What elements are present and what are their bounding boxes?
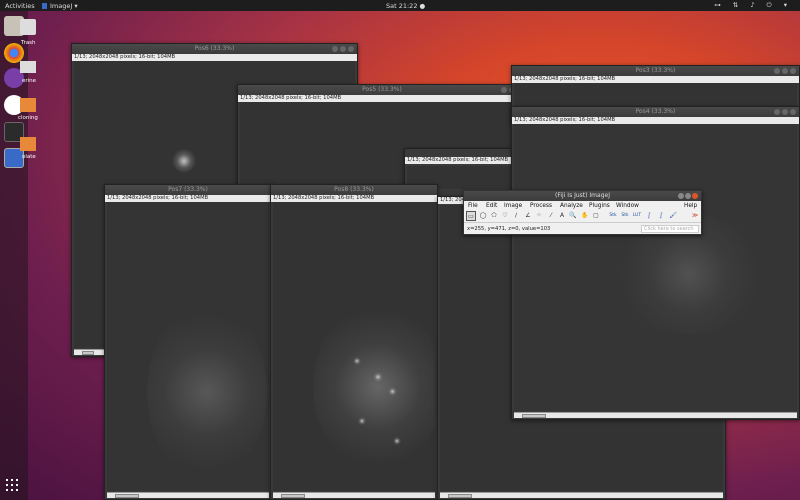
window-title: Pos3 (33.3%) xyxy=(635,67,676,74)
menu-file[interactable]: File xyxy=(468,203,478,209)
window-controls[interactable] xyxy=(330,46,354,56)
rectangle-tool-icon[interactable]: ▭ xyxy=(466,211,476,221)
freehand-tool-icon[interactable]: ♡ xyxy=(500,211,510,221)
image-info: 1/13; 2048x2048 pixels; 16-bit; 104MB xyxy=(512,76,799,83)
window-title: Pos4 (33.3%) xyxy=(635,108,676,115)
image-window-pos7[interactable]: Pos7 (33.3%) 1/13; 2048x2048 pixels; 16-… xyxy=(104,184,272,500)
cell-region xyxy=(313,302,435,472)
horizontal-scrollbar[interactable] xyxy=(514,412,797,418)
oval-tool-icon[interactable]: ◯ xyxy=(478,211,488,221)
menu-bar: File Edit Image Process Analyze Plugins … xyxy=(464,201,701,210)
stack-tool-icon[interactable]: Stk xyxy=(608,211,618,221)
clock[interactable]: Sat 21:22 ● xyxy=(386,2,425,10)
app-menu-caret-icon: ▾ xyxy=(74,2,78,10)
close-icon[interactable] xyxy=(692,193,698,199)
cloning-label: cloning xyxy=(18,115,38,121)
horizontal-scrollbar[interactable] xyxy=(440,492,723,498)
window-title: Pos8 (33.3%) xyxy=(334,186,374,193)
menu-window[interactable]: Window xyxy=(616,203,639,209)
bright-spot xyxy=(373,372,383,382)
status-bar: x=255, y=471, z=0, value=103 xyxy=(467,226,551,232)
trash-label: Trash xyxy=(21,40,36,46)
trash-icon[interactable] xyxy=(20,19,36,35)
image-canvas[interactable] xyxy=(514,124,797,411)
magnifier-tool-icon[interactable]: 🔍 xyxy=(568,211,578,221)
image-canvas[interactable] xyxy=(107,202,269,491)
menu-edit[interactable]: Edit xyxy=(486,203,497,209)
search-input[interactable]: Click here to search xyxy=(641,225,699,233)
app-menu[interactable]: ImageJ ▾ xyxy=(42,2,78,10)
show-applications-icon[interactable] xyxy=(6,479,20,493)
imagej-title: (Fiji Is Just) ImageJ xyxy=(555,192,610,199)
dock xyxy=(0,11,28,500)
window-title: Pos5 (33.3%) xyxy=(362,86,402,93)
image-canvas[interactable] xyxy=(273,202,435,491)
chrome-icon[interactable] xyxy=(4,43,24,63)
polygon-tool-icon[interactable]: ⬠ xyxy=(489,211,499,221)
macro-tool-2-icon[interactable]: ∫ xyxy=(656,211,666,221)
image-info: 1/13; 2048x2048 pixels; 16-bit; 104MB xyxy=(512,117,799,124)
hand-tool-icon[interactable]: ✋ xyxy=(580,211,590,221)
lut-tool-icon[interactable]: LUT xyxy=(632,211,642,221)
menu-analyze[interactable]: Analyze xyxy=(560,203,583,209)
tool-bar: ▭ ◯ ⬠ ♡ ∕ ∠ ⁘ ⁄ A 🔍 ✋ ▢ Stk Stk LUT ∫ ∫ … xyxy=(464,210,701,223)
image-info: 1/13; 2048x2048 pixels; 16-bit; 104MB xyxy=(105,195,271,202)
line-tool-icon[interactable]: ∕ xyxy=(511,211,521,221)
bright-spot xyxy=(353,357,361,365)
folder-icon[interactable] xyxy=(20,137,36,151)
imagej-app-icon xyxy=(42,3,47,9)
maximize-icon[interactable] xyxy=(685,193,691,199)
window-title: Pos6 (33.3%) xyxy=(194,45,235,52)
angle-tool-icon[interactable]: ∠ xyxy=(523,211,533,221)
top-bar: Activities ImageJ ▾ Sat 21:22 ● ⊶ ⇅ ♪ ⏻ … xyxy=(0,0,800,11)
imagej-dock-icon[interactable] xyxy=(4,148,24,168)
image-info: 1/13; 2048x2048 pixels; 16-bit; 104MB xyxy=(238,95,526,102)
menu-image[interactable]: Image xyxy=(504,203,522,209)
folder-icon[interactable] xyxy=(20,98,36,112)
bright-spot xyxy=(393,437,401,445)
window-controls[interactable] xyxy=(772,109,796,119)
drive-icon[interactable] xyxy=(20,61,36,73)
brush-tool-icon[interactable]: 🖌 xyxy=(668,211,678,221)
image-info: 1/13; 2048x2048 pixels; 16-bit; 104MB xyxy=(405,157,513,164)
menu-plugins[interactable]: Plugins xyxy=(589,203,610,209)
system-tray[interactable]: ⊶ ⇅ ♪ ⏻ ▾ xyxy=(714,1,792,10)
activities-button[interactable]: Activities xyxy=(5,2,35,10)
window-controls[interactable] xyxy=(772,68,796,78)
bright-spot xyxy=(388,387,397,396)
wand-tool-icon[interactable]: ⁄ xyxy=(546,211,556,221)
window-title: Pos7 (33.3%) xyxy=(168,186,208,193)
image-window-pos4[interactable]: Pos4 (33.3%) 1/13; 2048x2048 pixels; 16-… xyxy=(511,106,800,420)
bright-spot xyxy=(358,417,366,425)
more-tools-icon[interactable]: ≫ xyxy=(690,211,700,221)
erine-label: erine xyxy=(22,78,37,84)
app-name: ImageJ xyxy=(50,2,73,10)
menu-help[interactable]: Help xyxy=(684,203,697,209)
color-picker-tool-icon[interactable]: ▢ xyxy=(591,211,601,221)
imagej-toolbar-window[interactable]: (Fiji Is Just) ImageJ File Edit Image Pr… xyxy=(463,190,702,235)
horizontal-scrollbar[interactable] xyxy=(273,492,435,498)
menu-process[interactable]: Process xyxy=(530,203,552,209)
image-info: 1/13; 2048x2048 pixels; 16-bit; 104MB xyxy=(72,54,357,61)
image-info: 1/13; 2048x2048 pixels; 16-bit; 104MB xyxy=(271,195,437,202)
horizontal-scrollbar[interactable] xyxy=(107,492,269,498)
minimize-icon[interactable] xyxy=(678,193,684,199)
bright-spot xyxy=(172,149,196,173)
olate-label: olate xyxy=(22,154,36,160)
point-tool-icon[interactable]: ⁘ xyxy=(534,211,544,221)
cell-region xyxy=(147,302,267,482)
stack-tool-2-icon[interactable]: Stk xyxy=(620,211,630,221)
image-window-pos8[interactable]: Pos8 (33.3%) 1/13; 2048x2048 pixels; 16-… xyxy=(270,184,438,500)
macro-tool-icon[interactable]: ∫ xyxy=(644,211,654,221)
text-tool-icon[interactable]: A xyxy=(557,211,567,221)
